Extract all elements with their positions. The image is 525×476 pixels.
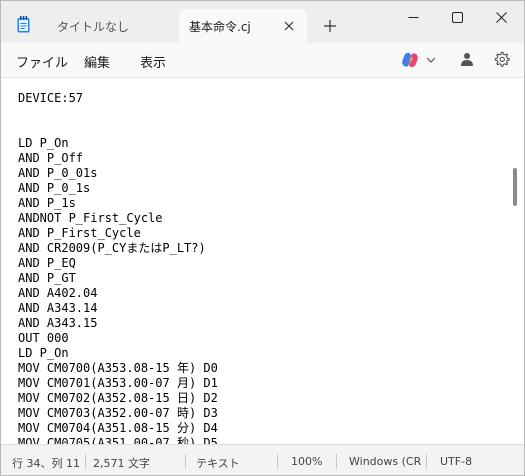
code-line: OUT 000: [18, 331, 69, 345]
code-line: LD P_On: [18, 136, 69, 150]
minimize-icon: [408, 16, 418, 18]
tab-basic-instructions-label: 基本命令.cj: [189, 19, 251, 34]
vertical-scrollbar-thumb[interactable]: [513, 168, 517, 206]
code-line: LD P_On: [18, 346, 69, 360]
status-divider: [426, 454, 427, 469]
code-line: AND A343.14: [18, 301, 98, 315]
title-bar: タイトルなし 基本命令.cj: [1, 1, 524, 43]
notepad-app-icon: [17, 16, 30, 33]
code-line: AND P_0_01s: [18, 166, 98, 180]
code-line: DEVICE:57: [18, 91, 84, 105]
status-divider: [277, 454, 278, 469]
code-line: ANDNOT P_First_Cycle: [18, 211, 163, 225]
editor-text: DEVICE:57 LD P_On AND P_Off AND P_0_01s AND …: [18, 91, 218, 444]
code-line: MOV CM0700(A353.08-15 年) D0: [18, 361, 218, 375]
code-line: AND CR2009(P_CYまたはP_LT?): [18, 241, 206, 255]
gear-icon[interactable]: [493, 51, 510, 68]
status-divider: [85, 454, 86, 469]
maximize-button[interactable]: [435, 1, 479, 33]
menu-view[interactable]: 表示: [140, 52, 166, 71]
close-icon: [495, 11, 507, 23]
minimize-button[interactable]: [391, 1, 435, 33]
code-line: AND P_First_Cycle: [18, 226, 141, 240]
status-cursor-position: 行 34、列 11: [12, 457, 80, 470]
status-zoom[interactable]: 100%: [291, 455, 322, 468]
status-bar: 行 34、列 11 2,571 文字 テキスト 100% Windows (CR…: [1, 444, 524, 475]
status-text-format[interactable]: テキスト: [196, 455, 240, 471]
code-line: MOV CM0701(A353.00-07 月) D1: [18, 376, 218, 390]
menu-edit[interactable]: 編集: [84, 52, 110, 71]
notepad-window: タイトルなし 基本命令.cj ファイル 編集 表示 DEVICE:57 LD P…: [0, 0, 525, 476]
code-line: MOV CM0703(A352.00-07 時) D3: [18, 406, 218, 420]
code-line: AND A343.15: [18, 316, 98, 330]
maximize-icon: [451, 11, 463, 23]
tab-close-icon[interactable]: [283, 20, 295, 32]
menu-file[interactable]: ファイル: [16, 52, 68, 71]
status-char-count: 2,571 文字: [93, 457, 150, 470]
tab-untitled[interactable]: タイトルなし: [45, 9, 179, 43]
code-line: AND P_1s: [18, 196, 76, 210]
code-line: AND P_EQ: [18, 256, 76, 270]
status-divider: [336, 454, 337, 469]
menu-bar: ファイル 編集 表示: [1, 43, 524, 77]
code-line: AND A402.04: [18, 286, 98, 300]
tab-untitled-label: タイトルなし: [57, 19, 130, 34]
code-line: MOV CM0704(A351.08-15 分) D4: [18, 421, 218, 435]
new-tab-plus-icon[interactable]: [323, 19, 337, 33]
code-line: AND P_Off: [18, 151, 84, 165]
code-line: MOV CM0705(A351.00-07 秒) D5: [18, 436, 218, 444]
chevron-down-icon[interactable]: [426, 57, 436, 63]
close-window-button[interactable]: [479, 1, 523, 33]
status-divider: [185, 454, 186, 469]
copilot-icon[interactable]: [401, 51, 419, 69]
status-line-ending[interactable]: Windows (CR: [349, 455, 421, 468]
status-encoding[interactable]: UTF-8: [440, 455, 472, 468]
code-line: AND P_0_1s: [18, 181, 91, 195]
text-editor-area[interactable]: DEVICE:57 LD P_On AND P_Off AND P_0_01s AND …: [1, 77, 524, 444]
code-line: AND P_GT: [18, 271, 76, 285]
account-icon[interactable]: [459, 51, 475, 67]
tab-basic-instructions[interactable]: 基本命令.cj: [179, 9, 307, 43]
code-line: MOV CM0702(A352.08-15 日) D2: [18, 391, 218, 405]
